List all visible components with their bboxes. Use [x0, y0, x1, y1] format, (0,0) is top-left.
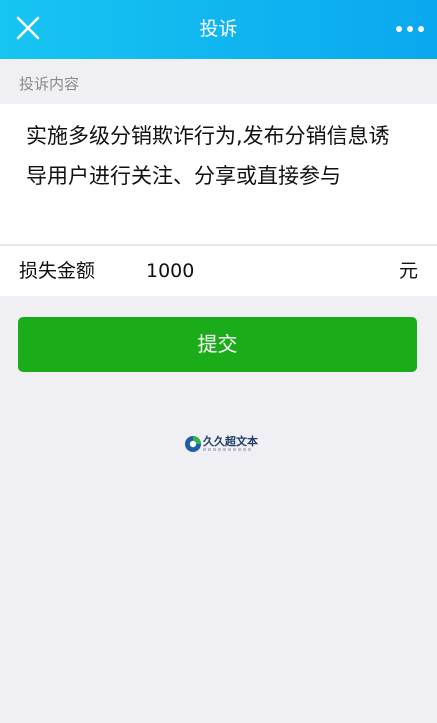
page-title: 投诉 — [199, 18, 238, 40]
submit-button[interactable]: 提交 — [18, 317, 417, 372]
loss-amount-label: 损失金额 — [19, 260, 96, 282]
close-icon — [16, 16, 40, 40]
complaint-content-text: 实施多级分销欺诈行为,发布分销信息诱导用户进行关注、分享或直接参与 — [26, 124, 390, 188]
watermark-text: 久久超文本 — [203, 435, 258, 448]
watermark-subline — [203, 448, 251, 451]
close-button[interactable] — [14, 14, 42, 42]
loss-amount-unit: 元 — [398, 260, 418, 282]
watermark-logo-icon — [185, 436, 201, 452]
more-button[interactable] — [393, 16, 427, 42]
loss-amount-row[interactable]: 损失金额 1000 元 — [0, 245, 437, 296]
complaint-content-field[interactable]: 实施多级分销欺诈行为,发布分销信息诱导用户进行关注、分享或直接参与 — [0, 104, 437, 244]
watermark: 久久超文本 — [184, 433, 258, 455]
more-icon — [396, 26, 424, 32]
loss-amount-input[interactable]: 1000 — [146, 246, 194, 297]
complaint-content-label: 投诉内容 — [19, 75, 80, 93]
top-nav-bar: 投诉 — [0, 0, 437, 59]
